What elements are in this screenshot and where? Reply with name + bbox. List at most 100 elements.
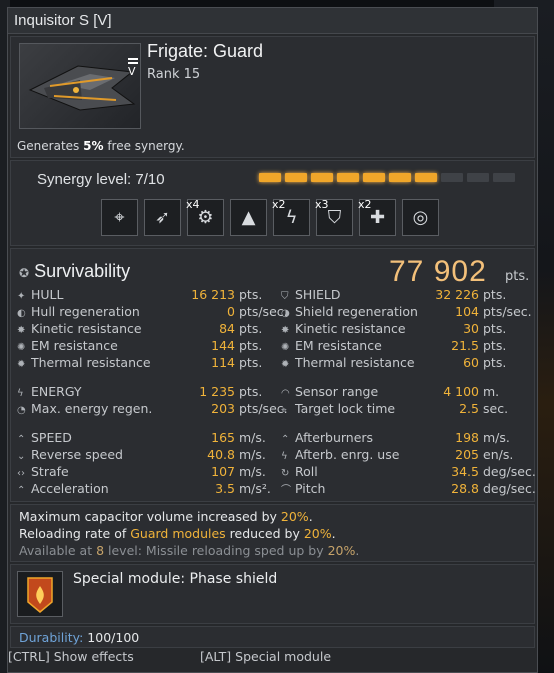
bonus-section: Maximum capacitor volume increased by 20… [10,504,535,562]
stat-unit: pts. [239,321,263,336]
crosshair-module-icon: ◎ [412,207,429,228]
thermal-icon: ✹ [281,359,290,370]
stat-unit: m/s². [239,481,271,496]
module-slot[interactable]: ϟ x2 [272,198,310,236]
arrow-up-module-icon: ▲ [241,207,256,228]
missile-module-icon: ➶ [154,207,171,228]
targeting-module-icon: ⌖ [114,207,125,228]
module-slot[interactable]: ⌖ [101,199,138,236]
module-multiplier: x3 [315,198,329,211]
stat-unit: pts. [239,287,263,302]
stat-label-text: Max. energy regen. [31,401,153,416]
stat-label-text: SPEED [31,430,72,445]
stat-label: ‹› Strafe [17,464,69,479]
shield-module-icon: ⛉ [327,207,342,228]
stat-value: 2.5 [459,401,479,416]
stat-value: 1 235 [199,384,235,399]
synergy-segment [493,173,515,182]
stat-unit: deg/sec. [483,464,536,479]
reverse-icon: ⌄ [17,451,26,462]
module-slot[interactable]: ◎ [402,199,439,236]
gear-module-icon: ⚙ [197,207,214,228]
ship-thumbnail: V [19,43,141,129]
stat-unit: m. [483,384,500,399]
stat-unit: pts. [483,287,507,302]
stat-unit: m/s. [239,430,266,445]
stat-label-text: SHIELD [295,287,341,302]
survivability-title: ✪ Survivability [19,261,131,281]
stat-value: 4 100 [443,384,479,399]
survivability-total-unit: pts. [505,269,530,284]
hull-icon: ✦ [17,291,26,302]
kinetic-icon: ✸ [17,325,26,336]
stat-label-text: EM resistance [31,338,118,353]
stat-unit: m/s. [239,464,266,479]
synergy-section: Synergy level: 7/10 ⌖ ➶ ⚙ x4 ▲ ϟ x2 ⛉ x3 ✚ x2 ◎ [10,160,535,246]
stat-value: 114 [211,355,235,370]
stat-value: 144 [211,338,235,353]
module-slot[interactable]: ▲ [230,199,267,236]
stat-unit: en/s. [483,447,514,462]
stat-label-text: HULL [31,287,64,302]
synergy-level-label: Synergy level: 7/10 [37,171,165,188]
module-slot[interactable]: ✚ x2 [358,198,396,236]
ship-header-section: V Frigate: Guard Rank 15 Generates 5% fr… [10,36,535,158]
synergy-progress-bar [259,173,515,182]
shield-regen-icon: ◑ [281,308,290,319]
stat-label: ⌄ Reverse speed [17,447,123,462]
bonus-line-locked: Available at 8 level: Missile reloading … [19,543,360,558]
synergy-segment [415,173,437,182]
ship-rank: Rank 15 [147,67,201,82]
ship-class-title: Frigate: Guard [147,41,264,61]
stat-value: 60 [463,355,479,370]
energy-icon: ϟ [17,388,24,399]
stat-value: 40.8 [207,447,235,462]
module-slot[interactable]: ⚙ x4 [186,198,224,236]
stat-label: ◐ Hull regeneration [17,304,140,319]
afterburner-icon: ⌃ [281,434,290,445]
stat-label: ✺ EM resistance [281,338,382,353]
kinetic-icon: ✸ [281,325,290,336]
shield-icon: ⛉ [281,291,289,302]
bonus-line-reload: Reloading rate of Guard modules reduced … [19,526,336,541]
durability-value: 100/100 [87,630,140,645]
stat-label: ◑ Shield regeneration [281,304,418,319]
ctrl-hint: [CTRL] Show effects [8,649,134,664]
stat-label: ⛉ SHIELD [281,287,341,302]
stat-label: ⌃ Afterburners [281,430,373,445]
stat-label-text: Thermal resistance [295,355,415,370]
stat-label-text: Reverse speed [31,447,123,462]
stat-unit: pts/sec. [483,304,532,319]
module-multiplier: x2 [358,198,372,211]
tier-badge: V [128,52,140,78]
survivability-total: 77 902 [389,255,487,288]
stat-label: ✸ Kinetic resistance [17,321,142,336]
stat-label: ⌒ Pitch [281,481,325,496]
stat-unit: pts. [239,355,263,370]
module-slot[interactable]: ➶ [144,199,181,236]
stat-label-text: Shield regeneration [295,304,418,319]
stat-label: ϟ Afterb. enrg. use [281,447,399,462]
special-module-title: Special module: Phase shield [73,571,278,587]
stat-unit: pts. [483,321,507,336]
stat-label-text: Kinetic resistance [31,321,142,336]
stat-label-text: Acceleration [31,481,109,496]
stat-value: 203 [211,401,235,416]
stat-label-text: Thermal resistance [31,355,151,370]
stat-value: 3.5 [215,481,235,496]
stat-label-text: Strafe [31,464,69,479]
module-slot[interactable]: ⛉ x3 [315,198,353,236]
sensor-icon: ◠ [281,388,290,399]
stat-label-text: Target lock time [295,401,396,416]
bonus-line-capacitor: Maximum capacitor volume increased by 20… [19,509,313,524]
stat-label: ◔ Max. energy regen. [17,401,152,416]
stat-label-text: Roll [295,464,318,479]
em-icon: ✺ [281,342,290,353]
stat-value: 198 [455,430,479,445]
repair-module-icon: ✚ [369,207,386,228]
hull-regen-icon: ◐ [17,308,26,319]
stat-label-text: ENERGY [31,384,82,399]
stat-unit: deg/sec. [483,481,536,496]
special-module-section: Special module: Phase shield [10,564,535,624]
synergy-segment [259,173,281,182]
